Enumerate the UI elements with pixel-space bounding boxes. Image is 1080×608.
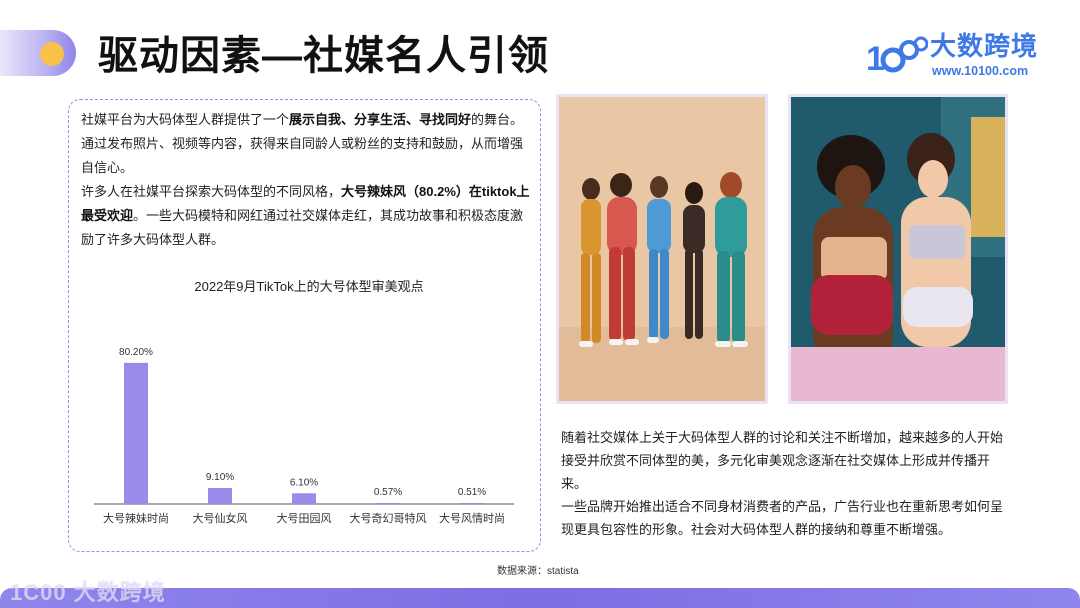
chart-bar <box>376 502 400 504</box>
page-title: 驱动因素—社媒名人引领 <box>98 34 549 78</box>
intro-paragraph-2: 许多人在社媒平台探索大码体型的不同风格，大号辣妹风（80.2%）在tiktok上… <box>81 180 533 252</box>
right-paragraph-2: 一些品牌开始推出适合不同身材消费者的产品，广告行业也在重新思考如何呈现更具包容性… <box>561 499 1004 537</box>
intro-paragraph-1: 社媒平台为大码体型人群提供了一个展示自我、分享生活、寻找同好的舞台。通过发布照片… <box>81 108 533 180</box>
chart-bar <box>208 487 232 504</box>
two-models-image <box>791 97 1005 401</box>
chart-bar <box>292 493 316 504</box>
group-models-image <box>559 97 765 401</box>
intro-text: 社媒平台为大码体型人群提供了一个展示自我、分享生活、寻找同好的舞台。通过发布照片… <box>81 108 533 252</box>
chart-data-label: 80.20% <box>119 347 153 358</box>
chart-data-label: 9.10% <box>206 472 234 483</box>
photo-group-models <box>556 94 768 404</box>
title-accent-pill <box>0 30 76 76</box>
chart-category-label: 大号仙女风 <box>193 511 248 525</box>
logo-url[interactable]: www.10100.com <box>932 64 1028 78</box>
bar-chart: 80.20% 大号辣妹时尚 9.10% 大号仙女风 6.10% 大号田园风 0.57% 大号奇… <box>94 347 514 525</box>
chart-title: 2022年9月TikTok上的大号体型审美观点 <box>194 279 424 294</box>
chart-category-label: 大号辣妹时尚 <box>103 511 169 525</box>
chart-category-label: 大号奇幻哥特风 <box>350 511 427 525</box>
photo-two-models <box>788 94 1008 404</box>
title-accent-dot <box>40 42 64 66</box>
logo-name: 大数跨境 <box>930 31 1039 61</box>
chart-bar <box>460 503 484 504</box>
chart-category-label: 大号田园风 <box>277 511 332 525</box>
intro-p1-highlight: 展示自我、分享生活、寻找同好 <box>289 112 472 127</box>
intro-p1-text: 社媒平台为大码体型人群提供了一个 <box>81 112 290 127</box>
footer-watermark: 1C00 大数跨境 <box>10 580 166 605</box>
brand-logo[interactable]: 1 大数跨境 www.10100.com <box>864 30 1054 82</box>
chart-data-label: 0.57% <box>374 487 402 498</box>
chart-category-label: 大号风情时尚 <box>439 511 505 525</box>
chart-data-label: 6.10% <box>290 477 318 488</box>
chart-data-label: 0.51% <box>458 487 486 498</box>
data-source: 数据来源：statista <box>497 566 579 577</box>
right-description: 随着社交媒体上关于大码体型人群的讨论和关注不断增加，越来越多的人开始接受并欣赏不… <box>561 426 1011 541</box>
intro-p2-text-2: 。一些大码模特和网红通过社交媒体走红，其成功故事和积极态度激励了许多大码体型人群… <box>81 208 524 247</box>
chart-bar <box>124 362 148 504</box>
intro-p2-text: 许多人在社媒平台探索大码体型的不同风格， <box>81 184 342 199</box>
logo-mark-icon: 1 <box>866 36 928 78</box>
right-paragraph-1: 随着社交媒体上关于大码体型人群的讨论和关注不断增加，越来越多的人开始接受并欣赏不… <box>561 430 1004 491</box>
